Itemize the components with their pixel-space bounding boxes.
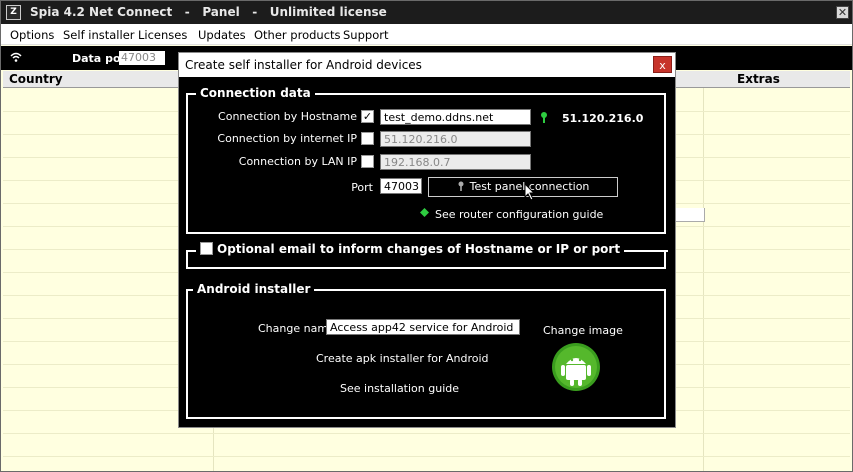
test-panel-connection-button[interactable]: Test panel connection [428,177,618,197]
menu-support[interactable]: Support [343,28,388,42]
email-checkbox[interactable] [200,242,213,255]
internet-ip-label: Connection by internet IP [217,132,357,145]
grid-row-line [3,433,850,434]
wifi-icon [10,52,22,62]
app-icon[interactable]: Z [6,5,21,20]
col-extras[interactable]: Extras [737,71,780,88]
menu-self-installer[interactable]: Self installer [63,28,135,42]
hostname-checkbox[interactable]: ✓ [361,110,374,123]
title-bar: Z Spia 4.2 Net Connect - Panel - Unlimit… [1,1,852,24]
antenna-icon [458,181,464,191]
lan-ip-input[interactable]: 192.168.0.7 [380,154,531,170]
android-installer-legend: Android installer [193,282,315,296]
change-image-link[interactable]: Change image [543,324,623,337]
dialog-title-bar: Create self installer for Android device… [179,53,675,77]
router-guide-link[interactable]: See router configuration guide [435,208,603,221]
mouse-cursor [524,183,536,201]
window-title: Spia 4.2 Net Connect - Panel - Unlimited… [30,5,387,19]
connection-data-group: Connection data Connection by Hostname ✓… [186,86,666,234]
main-window: Z Spia 4.2 Net Connect - Panel - Unlimit… [0,0,853,472]
hostname-input[interactable]: test_demo.ddns.net [380,109,531,125]
email-legend: Optional email to inform changes of Host… [196,242,625,256]
create-apk-link[interactable]: Create apk installer for Android [316,352,489,365]
change-name-input[interactable]: Access app42 service for Android [326,319,520,335]
grid-row-line [3,456,850,457]
connection-data-legend: Connection data [196,86,315,100]
internet-ip-checkbox[interactable] [361,132,374,145]
router-guide-icon [420,208,429,217]
lan-ip-checkbox[interactable] [361,155,374,168]
hostname-label: Connection by Hostname [218,110,357,123]
menu-bar: Options Self installer Licenses Updates … [1,24,852,45]
port-label: Port [351,181,373,194]
port-input[interactable]: 47003 [380,178,422,194]
antenna-icon [541,112,547,123]
installation-guide-link[interactable]: See installation guide [340,382,459,395]
email-group: Optional email to inform changes of Host… [186,242,668,269]
data-port-field[interactable]: 47003 [119,51,165,65]
grid-col-divider [703,88,704,471]
menu-options[interactable]: Options [10,28,54,42]
lan-ip-label: Connection by LAN IP [238,155,357,168]
dialog-title: Create self installer for Android device… [185,58,422,72]
android-installer-dialog: Create self installer for Android device… [178,52,676,428]
menu-other-products[interactable]: Other products [254,28,341,42]
window-close-button[interactable]: ✕ [836,6,849,19]
email-legend-text: Optional email to inform changes of Host… [217,242,621,256]
menu-licenses[interactable]: Licenses [138,28,187,42]
col-country[interactable]: Country [9,71,63,88]
change-name-label: Change name [258,322,335,335]
menu-updates[interactable]: Updates [198,28,246,42]
resolved-ip: 51.120.216.0 [562,112,644,125]
internet-ip-input[interactable]: 51.120.216.0 [380,131,531,147]
android-icon[interactable] [551,342,601,392]
dialog-close-button[interactable]: x [653,56,672,73]
